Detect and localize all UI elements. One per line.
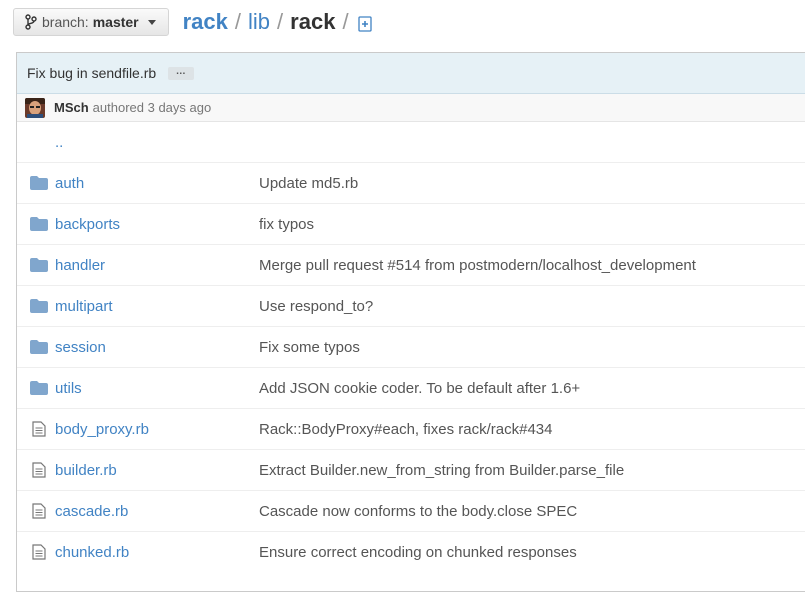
parent-directory-link[interactable]: .. [55, 134, 63, 151]
list-item: backports fix typos [17, 203, 805, 244]
breadcrumb-separator: / [277, 9, 284, 34]
list-item: builder.rb Extract Builder.new_from_strin… [17, 449, 805, 490]
list-item: body_proxy.rb Rack::BodyProxy#each, fixes… [17, 408, 805, 449]
folder-link[interactable]: auth [55, 175, 84, 192]
folder-link[interactable]: handler [55, 257, 105, 274]
branch-name-label: master [92, 14, 139, 30]
commit-message-link[interactable]: Cascade now conforms to the body.close S… [259, 503, 577, 520]
commit-title-link[interactable]: Fix bug in sendfile.rb [27, 65, 156, 81]
file-icon [30, 544, 48, 560]
folder-link[interactable]: session [55, 339, 106, 356]
branch-selector-button[interactable]: branch: master [13, 8, 169, 36]
breadcrumb-current-folder: rack [290, 9, 336, 34]
folder-link[interactable]: backports [55, 216, 120, 233]
folder-icon [30, 216, 48, 232]
chevron-down-icon [147, 19, 156, 25]
branch-icon [25, 14, 37, 30]
commit-message-link[interactable]: Ensure correct encoding on chunked respo… [259, 544, 577, 561]
file-link[interactable]: body_proxy.rb [55, 421, 149, 438]
commit-message-link[interactable]: fix typos [259, 216, 314, 233]
list-item: multipart Use respond_to? [17, 285, 805, 326]
breadcrumb-repo-link[interactable]: rack [183, 9, 228, 35]
commit-timestamp: authored 3 days ago [92, 100, 212, 115]
commit-message-link[interactable]: Merge pull request #514 from postmodern/… [259, 257, 696, 274]
folder-icon [30, 298, 48, 314]
branch-prefix-label: branch: [42, 14, 89, 30]
file-link[interactable]: builder.rb [55, 462, 117, 479]
breadcrumb-lib-link[interactable]: lib [248, 9, 270, 35]
commit-message-link[interactable]: Extract Builder.new_from_string from Bui… [259, 462, 624, 479]
list-item: utils Add JSON cookie coder. To be defaul… [17, 367, 805, 408]
breadcrumb: rack / lib / rack / [183, 6, 372, 38]
file-icon [30, 421, 48, 437]
folder-link[interactable]: utils [55, 380, 82, 397]
repo-topbar: branch: master rack / lib / rack / [13, 6, 805, 38]
list-item: chunked.rb Ensure correct encoding on chu… [17, 531, 805, 572]
folder-link[interactable]: multipart [55, 298, 113, 315]
commit-author-bar: MSch authored 3 days ago [17, 94, 805, 122]
add-file-icon[interactable] [357, 15, 372, 32]
list-item: cascade.rb Cascade now conforms to the bo… [17, 490, 805, 531]
commit-message-link[interactable]: Add JSON cookie coder. To be default aft… [259, 380, 580, 397]
list-item: .. [17, 122, 805, 162]
list-item: handler Merge pull request #514 from post… [17, 244, 805, 285]
list-item: auth Update md5.rb [17, 162, 805, 203]
file-icon [30, 462, 48, 478]
folder-icon [30, 339, 48, 355]
file-link[interactable]: chunked.rb [55, 544, 129, 561]
breadcrumb-separator: / [342, 9, 349, 34]
folder-icon [30, 380, 48, 396]
commit-message-link[interactable]: Update md5.rb [259, 175, 358, 192]
commit-expand-button[interactable]: … [168, 66, 195, 80]
latest-commit-bar: Fix bug in sendfile.rb … [17, 53, 805, 94]
file-list: .. auth Update md5.rb backports fix typos ha… [17, 122, 805, 572]
folder-icon [30, 175, 48, 191]
commit-message-link[interactable]: Rack::BodyProxy#each, fixes rack/rack#43… [259, 421, 552, 438]
commit-message-link[interactable]: Use respond_to? [259, 298, 373, 315]
file-link[interactable]: cascade.rb [55, 503, 128, 520]
file-icon [30, 503, 48, 519]
folder-icon [30, 257, 48, 273]
commit-author-link[interactable]: MSch [54, 100, 89, 115]
breadcrumb-separator: / [234, 9, 242, 34]
list-item: session Fix some typos [17, 326, 805, 367]
commit-message-link[interactable]: Fix some typos [259, 339, 360, 356]
file-browser: Fix bug in sendfile.rb … MSch authored 3… [16, 52, 805, 592]
avatar[interactable] [25, 97, 45, 118]
